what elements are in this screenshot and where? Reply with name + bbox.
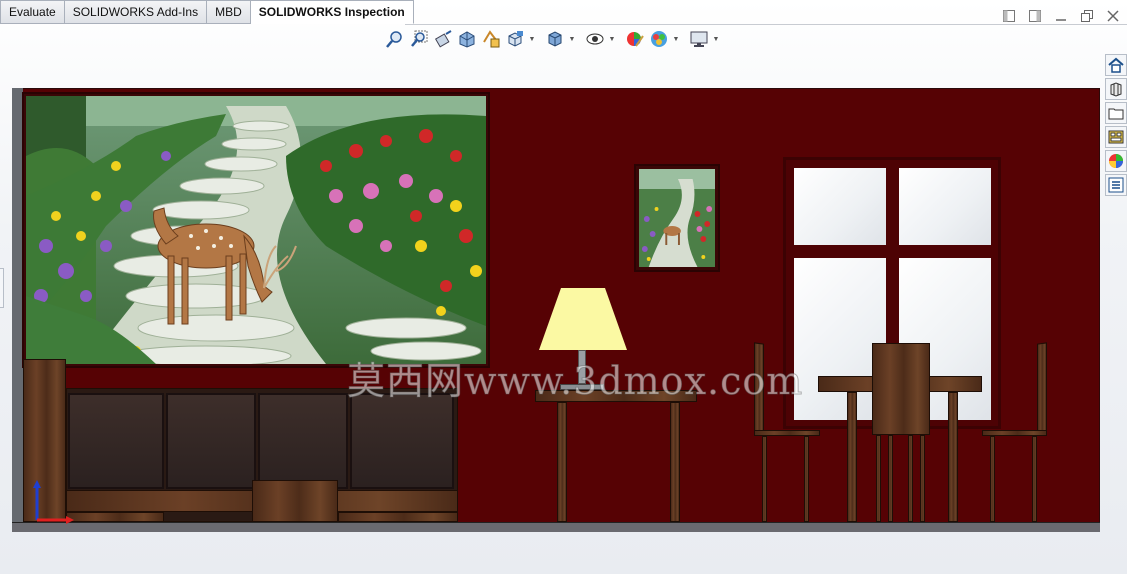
- feature-manager-collapse-handle[interactable]: [0, 268, 4, 308]
- chair-center-leg-1: [876, 435, 881, 522]
- tab-divider: [405, 24, 1127, 25]
- custom-properties-icon[interactable]: [1105, 174, 1127, 196]
- hide-show-items-icon[interactable]: [584, 28, 606, 50]
- tab-evaluate[interactable]: Evaluate: [0, 0, 65, 24]
- large-painting: [22, 92, 490, 368]
- appearances-icon[interactable]: [1105, 150, 1127, 172]
- chair-right-back: [1037, 342, 1047, 436]
- close-icon[interactable]: [1105, 8, 1121, 24]
- design-library-icon[interactable]: [1105, 78, 1127, 100]
- tab-solidworks-inspection[interactable]: SOLIDWORKS Inspection: [250, 0, 414, 24]
- chair-center-leg-2: [888, 435, 893, 522]
- pane-right-icon[interactable]: [1027, 8, 1043, 24]
- display-style-icon[interactable]: [544, 28, 566, 50]
- view-orientation-icon[interactable]: [504, 28, 526, 50]
- chair-center-leg-4: [920, 435, 925, 522]
- previous-view-icon[interactable]: [432, 28, 454, 50]
- window-controls: [1001, 8, 1121, 24]
- sofa-back-cushion-3: [258, 393, 348, 489]
- pane-left-icon[interactable]: [1001, 8, 1017, 24]
- view-settings-dropdown-icon[interactable]: ▼: [712, 28, 720, 50]
- display-style-dropdown-icon[interactable]: ▼: [568, 28, 576, 50]
- reference-triad-icon[interactable]: [32, 478, 82, 524]
- command-manager-tabs: Evaluate SOLIDWORKS Add-Ins MBD SOLIDWOR…: [0, 0, 414, 26]
- view-orientation-dropdown-icon[interactable]: ▼: [528, 28, 536, 50]
- file-explorer-icon[interactable]: [1105, 102, 1127, 124]
- chair-right-leg-1: [990, 436, 995, 522]
- heads-up-view-toolbar: ▼ ▼ ▼ ▼ ▼: [384, 28, 726, 50]
- tab-solidworks-add-ins[interactable]: SOLIDWORKS Add-Ins: [64, 0, 208, 24]
- side-table-leg-left: [557, 402, 567, 522]
- window-pane-top-left: [794, 168, 886, 245]
- side-table-leg-right: [670, 402, 680, 522]
- chair-left-leg-2: [804, 436, 809, 522]
- garden-path-deer-artwork: [26, 96, 486, 364]
- sofa-base-right: [338, 512, 458, 522]
- restore-icon[interactable]: [1079, 8, 1095, 24]
- ottoman: [252, 480, 338, 522]
- hide-show-items-dropdown-icon[interactable]: ▼: [608, 28, 616, 50]
- home-icon[interactable]: [1105, 54, 1127, 76]
- apply-scene-icon[interactable]: [648, 28, 670, 50]
- view-palette-icon[interactable]: [1105, 126, 1127, 148]
- apply-scene-dropdown-icon[interactable]: ▼: [672, 28, 680, 50]
- chair-center-back: [872, 343, 930, 435]
- sofa-back-cushion-2: [166, 393, 256, 489]
- chair-right-leg-2: [1032, 436, 1037, 522]
- window-pane-top-right: [899, 168, 991, 245]
- minimize-icon[interactable]: [1053, 8, 1069, 24]
- sofa-back-cushion-4: [350, 393, 454, 489]
- chair-center-leg-3: [908, 435, 913, 522]
- small-painting: [634, 164, 720, 272]
- dining-table-leg-left: [847, 392, 857, 522]
- view-settings-icon[interactable]: [688, 28, 710, 50]
- floor: [12, 522, 1100, 532]
- edit-appearance-icon[interactable]: [624, 28, 646, 50]
- watermark-text: 莫西网www.3dmox.com: [346, 359, 804, 404]
- dining-table-leg-right: [948, 392, 958, 522]
- chair-left-leg-1: [762, 436, 767, 522]
- dynamic-annotation-views-icon[interactable]: [480, 28, 502, 50]
- zoom-to-area-icon[interactable]: [408, 28, 430, 50]
- sofa-back-cushion-1: [68, 393, 164, 489]
- section-view-icon[interactable]: [456, 28, 478, 50]
- zoom-to-fit-icon[interactable]: [384, 28, 406, 50]
- small-garden-artwork: [639, 169, 715, 267]
- task-pane-tabs: [1105, 54, 1127, 196]
- graphics-area[interactable]: 莫西网www.3dmox.com: [12, 88, 1100, 533]
- tab-mbd[interactable]: MBD: [207, 0, 251, 24]
